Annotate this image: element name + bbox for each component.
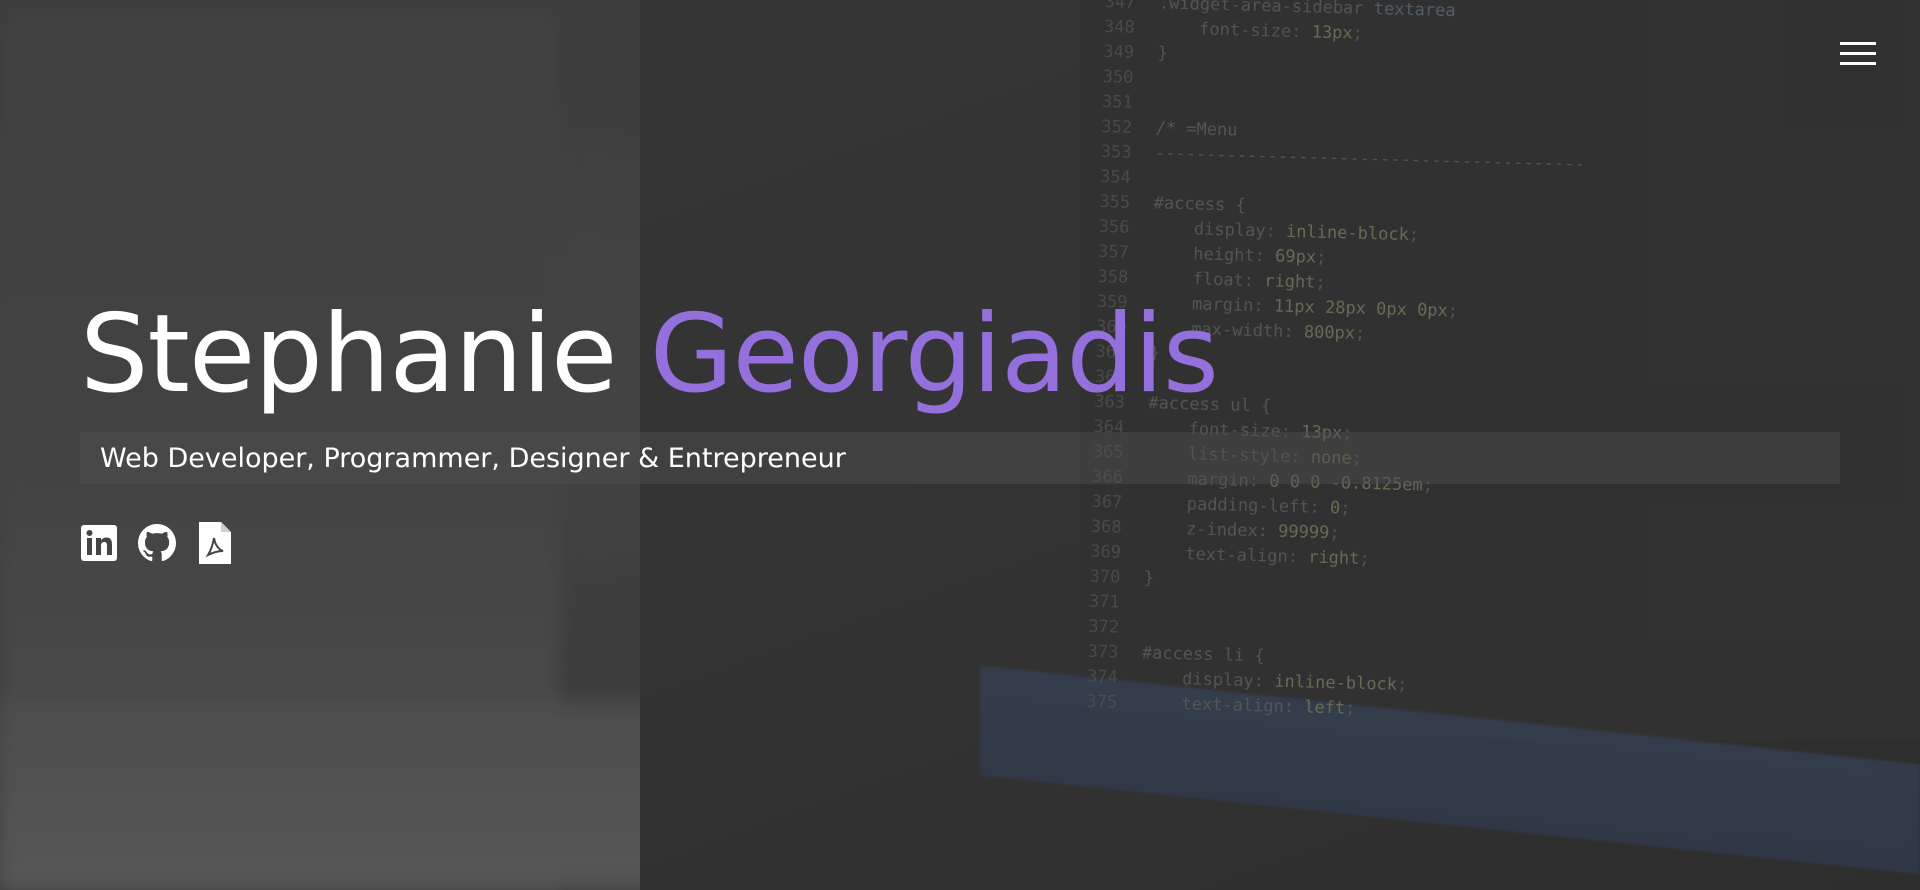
resume-pdf-link[interactable] bbox=[196, 522, 234, 564]
linkedin-icon bbox=[81, 525, 117, 561]
pdf-icon bbox=[199, 522, 231, 564]
github-icon bbox=[138, 524, 176, 562]
tagline-bar: Web Developer, Programmer, Designer & En… bbox=[80, 432, 1840, 484]
hero-content: Stephanie Georgiadis Web Developer, Prog… bbox=[80, 290, 1840, 564]
github-link[interactable] bbox=[138, 522, 176, 564]
page-title: Stephanie Georgiadis bbox=[80, 290, 1840, 420]
linkedin-link[interactable] bbox=[80, 522, 118, 564]
hero-section: 347 .widget-area-sidebar textarea 348 fo… bbox=[0, 0, 1920, 890]
social-links bbox=[80, 522, 1840, 564]
first-name: Stephanie bbox=[80, 292, 617, 417]
hamburger-menu-icon[interactable] bbox=[1840, 40, 1876, 68]
last-name: Georgiadis bbox=[649, 292, 1219, 417]
tagline: Web Developer, Programmer, Designer & En… bbox=[100, 442, 846, 474]
